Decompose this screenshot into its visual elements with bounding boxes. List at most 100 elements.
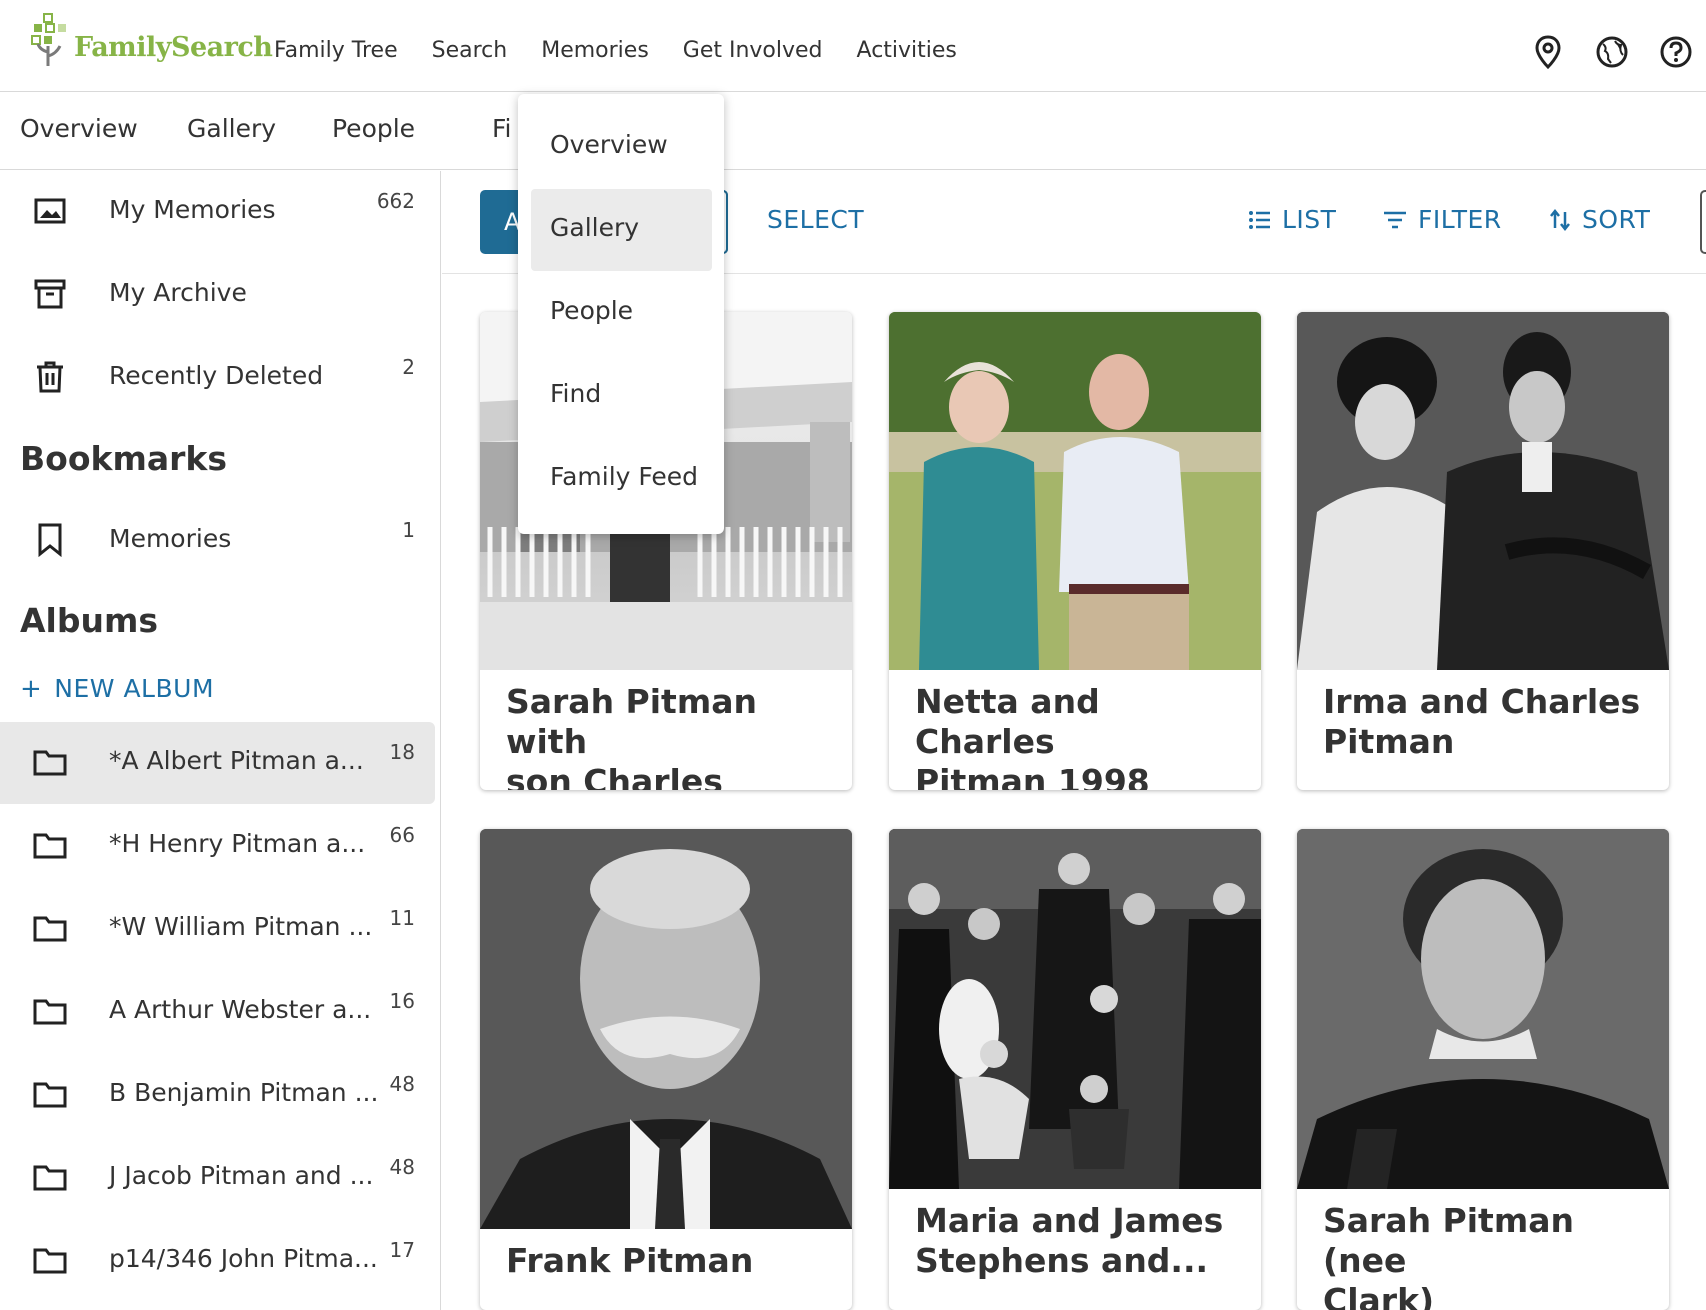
album-count: 18	[389, 740, 415, 764]
memory-caption: Sarah Pitman withson Charles outsi...	[480, 670, 852, 790]
filter-label: FILTER	[1418, 205, 1502, 234]
album-label: p14/346 John Pitma...	[109, 1244, 378, 1273]
bookmark-icon	[32, 522, 68, 558]
caption-line: Clark)	[1323, 1281, 1435, 1310]
memory-photo	[889, 312, 1261, 670]
sidebar: My Memories 662 My Archive Recently Dele…	[0, 171, 441, 1310]
memories-dropdown-menu: Overview Gallery People Find Family Feed	[518, 94, 724, 534]
menu-item-label: Gallery	[550, 213, 640, 242]
top-header: FamilySearch Family Tree Search Memories…	[0, 0, 1706, 92]
subnav-people[interactable]: People	[332, 114, 415, 143]
caption-line: Sarah Pitman with	[506, 682, 757, 761]
album-item[interactable]: *A Albert Pitman a... 18	[0, 722, 435, 804]
nav-memories[interactable]: Memories	[541, 38, 649, 63]
memories-subnav: Overview Gallery People Fi	[0, 92, 1706, 170]
globe-icon[interactable]	[1592, 32, 1632, 72]
filter-button[interactable]: FILTER	[1382, 205, 1502, 234]
album-label: *A Albert Pitman a...	[109, 746, 364, 775]
image-icon	[32, 193, 68, 229]
album-item[interactable]: p14/346 John Pitma... 17	[0, 1220, 435, 1302]
sidebar-item-label: Recently Deleted	[109, 361, 324, 390]
list-label: LIST	[1282, 205, 1337, 234]
memory-card[interactable]: Maria and James Stephens and...	[889, 829, 1261, 1310]
caption-line: Pitman 1998	[915, 762, 1150, 790]
nav-family-tree[interactable]: Family Tree	[274, 38, 398, 63]
nav-activities[interactable]: Activities	[857, 38, 957, 63]
albums-heading: Albums	[20, 601, 158, 640]
new-album-button[interactable]: + NEW ALBUM	[20, 674, 214, 704]
caption-line: Irma and Charles	[1323, 682, 1641, 721]
list-icon	[1249, 210, 1270, 229]
subnav-find[interactable]: Fi	[492, 114, 512, 143]
sidebar-item-label: My Archive	[109, 278, 247, 307]
nav-search[interactable]: Search	[432, 38, 508, 63]
menu-item-label: Find	[550, 379, 602, 408]
list-view-button[interactable]: LIST	[1248, 205, 1336, 234]
caption-line: Stephens and...	[915, 1241, 1209, 1280]
memory-caption: Frank Pitman	[480, 1229, 852, 1281]
sort-button[interactable]: SORT	[1548, 205, 1650, 234]
caption-line: Frank Pitman	[506, 1241, 754, 1280]
album-count: 17	[389, 1238, 415, 1262]
sidebar-item-label: My Memories	[109, 195, 276, 224]
album-count: 48	[389, 1155, 415, 1179]
caption-line: Pitman	[1323, 722, 1455, 761]
folder-icon	[32, 827, 68, 863]
menu-item-find[interactable]: Find	[531, 355, 712, 437]
top-navigation: Family Tree Search Memories Get Involved…	[274, 38, 991, 63]
album-label: J Jacob Pitman and ...	[109, 1161, 374, 1190]
menu-item-label: Overview	[550, 130, 668, 159]
album-label: A Arthur Webster a...	[109, 995, 372, 1024]
select-button[interactable]: SELECT	[767, 205, 864, 234]
sidebar-item-label: Memories	[109, 524, 232, 553]
caption-line: Sarah Pitman (nee	[1323, 1201, 1574, 1280]
memory-card[interactable]: Irma and Charles Pitman	[1297, 312, 1669, 790]
memory-photo	[1297, 312, 1669, 670]
album-count: 66	[389, 823, 415, 847]
tree-logo-icon	[30, 12, 72, 68]
sidebar-item-bookmark-memories[interactable]: Memories 1	[0, 500, 435, 582]
folder-icon	[32, 744, 68, 780]
subnav-gallery[interactable]: Gallery	[187, 114, 276, 143]
menu-item-people[interactable]: People	[531, 272, 712, 354]
subnav-overview[interactable]: Overview	[20, 114, 138, 143]
archive-icon	[32, 276, 68, 312]
help-icon[interactable]	[1656, 32, 1696, 72]
memory-photo	[889, 829, 1261, 1189]
album-count: 16	[389, 989, 415, 1013]
item-count: 662	[376, 189, 415, 213]
menu-item-family-feed[interactable]: Family Feed	[531, 438, 712, 520]
memory-caption: Netta and Charles Pitman 1998	[889, 670, 1261, 790]
brand-name: FamilySearch	[74, 31, 273, 63]
memory-card[interactable]: Sarah Pitman (nee Clark)	[1297, 829, 1669, 1310]
memory-card[interactable]: Netta and Charles Pitman 1998	[889, 312, 1261, 790]
location-pin-icon[interactable]	[1528, 32, 1568, 72]
sidebar-item-my-archive[interactable]: My Archive	[0, 254, 435, 336]
caption-line: son Charles outsi...	[506, 762, 723, 790]
sidebar-item-recently-deleted[interactable]: Recently Deleted 2	[0, 337, 435, 419]
offscreen-control-edge[interactable]	[1700, 190, 1706, 254]
sort-label: SORT	[1582, 205, 1651, 234]
menu-item-gallery[interactable]: Gallery	[531, 189, 712, 271]
sort-icon	[1550, 208, 1570, 231]
sidebar-item-my-memories[interactable]: My Memories 662	[0, 171, 435, 253]
trash-icon	[32, 359, 68, 395]
album-item[interactable]: B Benjamin Pitman ... 48	[0, 1054, 435, 1136]
folder-icon	[32, 1076, 68, 1112]
menu-item-label: Family Feed	[550, 462, 699, 491]
familysearch-logo[interactable]: FamilySearch	[30, 12, 273, 68]
memory-caption: Sarah Pitman (nee Clark)	[1297, 1189, 1669, 1310]
nav-get-involved[interactable]: Get Involved	[683, 38, 823, 63]
memory-photo	[480, 829, 852, 1229]
folder-icon	[32, 1159, 68, 1195]
album-item[interactable]: A Arthur Webster a... 16	[0, 971, 435, 1053]
menu-item-overview[interactable]: Overview	[531, 106, 712, 188]
plus-icon: +	[20, 674, 43, 704]
memory-card[interactable]: Frank Pitman	[480, 829, 852, 1310]
album-item[interactable]: J Jacob Pitman and ... 48	[0, 1137, 435, 1219]
caption-line: Netta and Charles	[915, 682, 1100, 761]
caption-line: Maria and James	[915, 1201, 1224, 1240]
album-item[interactable]: *H Henry Pitman a... 66	[0, 805, 435, 887]
header-icons	[1504, 32, 1696, 72]
album-item[interactable]: *W William Pitman ... 11	[0, 888, 435, 970]
